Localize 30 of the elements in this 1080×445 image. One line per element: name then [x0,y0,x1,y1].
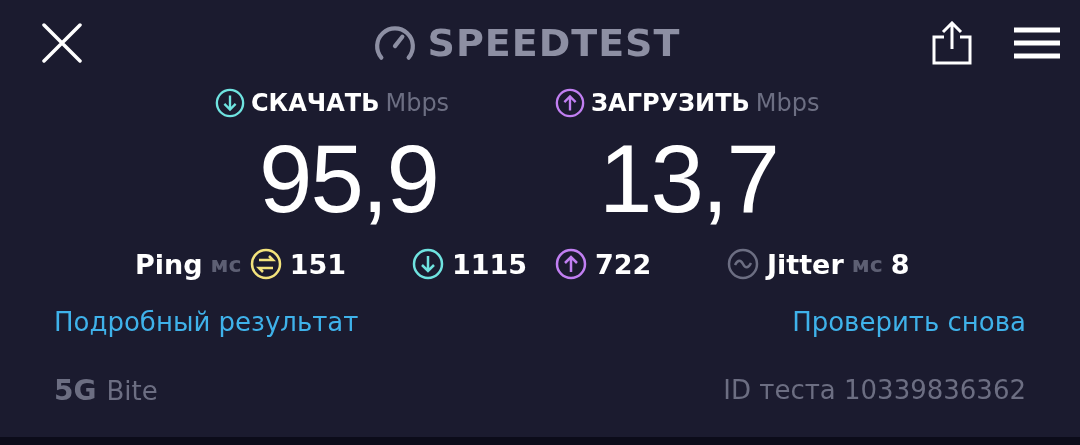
metric-label: ЗАГРУЗИТЬ [591,89,750,117]
gauge-icon [373,25,416,61]
ping-icon [249,248,282,280]
stat-value: 722 [595,248,652,280]
stat-value: 8 [890,248,910,280]
provider-name: Bite [106,375,158,406]
unit-label: Mbps [385,89,450,117]
metric-label: СКАЧАТЬ [251,89,380,117]
result-link[interactable]: Проверить снова [792,307,1026,337]
speed-value: 95,9 [258,124,439,234]
unit-label: мс [210,251,242,277]
menu-icon[interactable] [1014,27,1060,59]
stat-value: 151 [289,248,346,280]
app-title: SPEEDTEST [427,21,681,65]
upload-icon [555,88,585,118]
unit-label: мс [851,251,883,277]
close-icon[interactable] [42,23,82,63]
speed-value: 13,7 [598,124,779,234]
test-id: ID теста 10339836362 [723,375,1026,405]
upload-icon [555,248,587,280]
result-link[interactable]: Подробный результат [54,307,359,337]
share-icon[interactable] [932,21,972,65]
stat-value: 1115 [452,248,528,280]
network-type: 5G [54,373,97,407]
unit-label: Mbps [755,89,820,117]
download-icon [412,248,444,280]
stat-label: Ping [135,248,203,280]
jitter-icon [727,248,759,280]
download-icon [215,88,245,118]
stat-label: Jitter [767,248,844,280]
